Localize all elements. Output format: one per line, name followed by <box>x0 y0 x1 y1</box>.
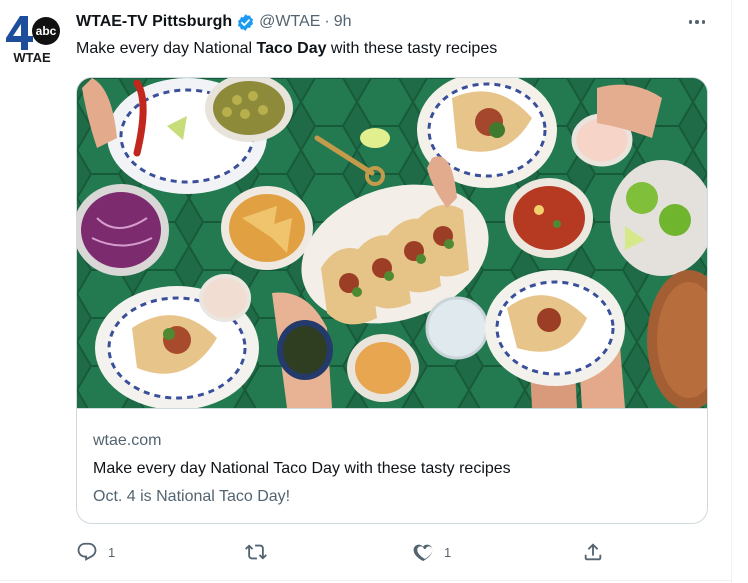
tweet[interactable]: abc WTAE WTAE-TV Pittsburgh @WTAE · 9h M… <box>0 0 748 583</box>
heart-icon <box>412 541 434 563</box>
avatar-wordmark: WTAE <box>13 50 51 65</box>
tweet-text-bold: Taco Day <box>256 40 327 57</box>
reply-icon <box>76 541 98 563</box>
like-button[interactable]: 1 <box>412 538 451 566</box>
share-button[interactable] <box>582 538 604 566</box>
link-card[interactable]: wtae.com Make every day National Taco Da… <box>76 77 708 524</box>
tweet-text-start: Make every day National <box>76 40 257 57</box>
tweet-text: Make every day National Taco Day with th… <box>76 38 497 60</box>
like-count: 1 <box>444 544 452 560</box>
timestamp[interactable]: 9h <box>334 13 352 31</box>
reply-button[interactable]: 1 <box>76 538 115 566</box>
column-divider <box>731 0 732 583</box>
card-description: Oct. 4 is National Taco Day! <box>93 488 291 505</box>
card-domain: wtae.com <box>93 432 162 449</box>
separator-dot: · <box>324 13 330 30</box>
share-icon <box>582 541 604 563</box>
retweet-button[interactable] <box>244 538 278 566</box>
display-name[interactable]: WTAE-TV Pittsburgh <box>76 13 232 31</box>
handle[interactable]: @WTAE <box>259 13 320 31</box>
tweet-divider <box>0 580 731 581</box>
card-image[interactable] <box>77 78 707 408</box>
card-title[interactable]: Make every day National Taco Day with th… <box>93 460 511 478</box>
verified-badge-icon <box>236 13 255 32</box>
avatar-abc: abc <box>36 24 57 38</box>
avatar[interactable]: abc WTAE <box>2 10 62 66</box>
retweet-icon <box>244 541 268 563</box>
more-options-icon[interactable] <box>681 10 713 34</box>
tweet-text-end: with these tasty recipes <box>326 40 498 57</box>
tweet-header: WTAE-TV Pittsburgh @WTAE · 9h <box>76 11 352 33</box>
card-body[interactable]: wtae.com Make every day National Taco Da… <box>77 408 707 523</box>
tweet-actions: 1 1 <box>76 538 636 566</box>
reply-count: 1 <box>108 544 116 560</box>
